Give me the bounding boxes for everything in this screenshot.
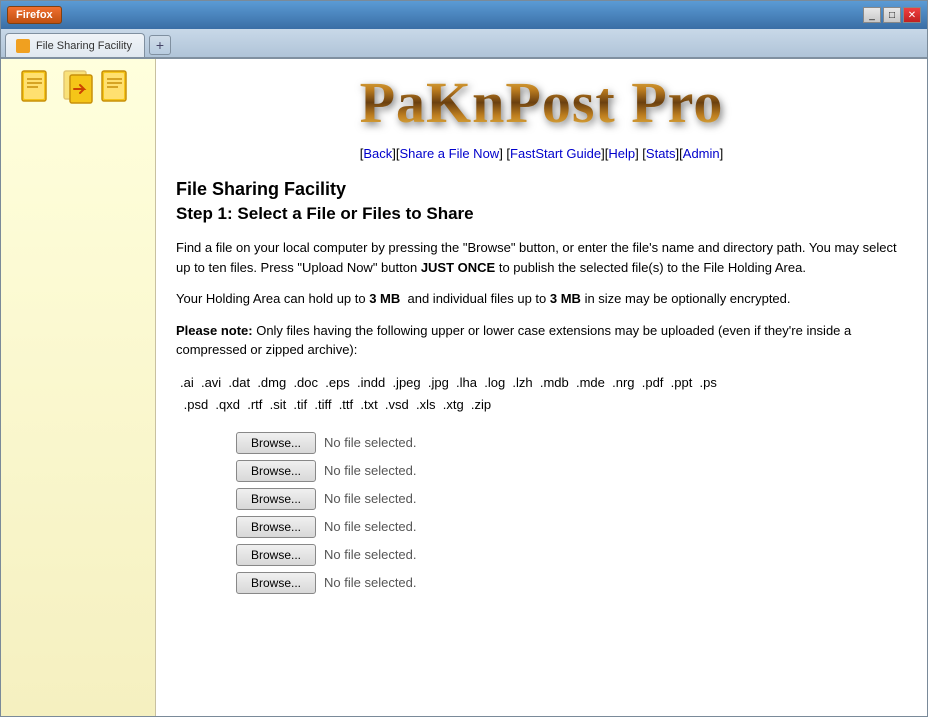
firefox-button[interactable]: Firefox [7, 6, 62, 24]
sidebar [1, 59, 156, 716]
tab-bar: File Sharing Facility + [1, 29, 927, 59]
just-once-emphasis: JUST ONCE [421, 260, 495, 275]
file-input-row-6: Browse... No file selected. [236, 572, 417, 594]
nav-links: [Back][Share a File Now] [FastStart Guid… [156, 142, 927, 171]
title-bar: Firefox _ □ ✕ [1, 1, 927, 29]
active-tab[interactable]: File Sharing Facility [5, 33, 145, 57]
paragraph-3: Please note: Only files having the follo… [176, 321, 907, 360]
tab-favicon [16, 39, 30, 53]
browse-button-2[interactable]: Browse... [236, 460, 316, 482]
new-tab-button[interactable]: + [149, 35, 171, 55]
upload-arrow-icon [60, 69, 96, 105]
minimize-button[interactable]: _ [863, 7, 881, 23]
tab-title: File Sharing Facility [36, 40, 132, 52]
paragraph-2: Your Holding Area can hold up to 3 MB an… [176, 289, 907, 309]
nav-share[interactable]: Share a File Now [399, 146, 499, 161]
logo-area: PaKnPost Pro [156, 59, 927, 142]
file-status-6: No file selected. [324, 575, 417, 590]
logo-text: PaKnPost Pro [176, 69, 907, 136]
nav-stats[interactable]: Stats [646, 146, 676, 161]
size-1: 3 MB [369, 291, 400, 306]
browse-button-6[interactable]: Browse... [236, 572, 316, 594]
file-right-icon [100, 69, 136, 105]
page-title: File Sharing Facility [176, 179, 907, 200]
nav-help[interactable]: Help [608, 146, 635, 161]
browse-button-5[interactable]: Browse... [236, 544, 316, 566]
main-body: File Sharing Facility Step 1: Select a F… [156, 171, 927, 614]
page-content: PaKnPost Pro [Back][Share a File Now] [F… [156, 59, 927, 716]
paragraph-1: Find a file on your local computer by pr… [176, 238, 907, 277]
browse-button-3[interactable]: Browse... [236, 488, 316, 510]
browser-content: PaKnPost Pro [Back][Share a File Now] [F… [1, 59, 927, 716]
file-left-icon [20, 69, 56, 105]
file-input-row-5: Browse... No file selected. [236, 544, 417, 566]
extensions-list: .ai .avi .dat .dmg .doc .eps .indd .jpeg… [176, 372, 907, 416]
please-note-label: Please note: [176, 323, 253, 338]
file-inputs-area: Browse... No file selected. Browse... No… [176, 432, 907, 594]
file-input-row-2: Browse... No file selected. [236, 460, 417, 482]
file-input-row-3: Browse... No file selected. [236, 488, 417, 510]
sidebar-icon-group [20, 69, 136, 105]
file-input-row-1: Browse... No file selected. [236, 432, 417, 454]
nav-admin[interactable]: Admin [683, 146, 720, 161]
step-title: Step 1: Select a File or Files to Share [176, 204, 907, 224]
file-status-4: No file selected. [324, 519, 417, 534]
file-input-row-4: Browse... No file selected. [236, 516, 417, 538]
file-status-2: No file selected. [324, 463, 417, 478]
size-2: 3 MB [550, 291, 581, 306]
browse-button-4[interactable]: Browse... [236, 516, 316, 538]
browser-window: Firefox _ □ ✕ File Sharing Facility + [0, 0, 928, 717]
file-status-5: No file selected. [324, 547, 417, 562]
file-status-3: No file selected. [324, 491, 417, 506]
nav-faststart[interactable]: FastStart Guide [510, 146, 601, 161]
maximize-button[interactable]: □ [883, 7, 901, 23]
browse-button-1[interactable]: Browse... [236, 432, 316, 454]
close-button[interactable]: ✕ [903, 7, 921, 23]
window-controls: _ □ ✕ [863, 7, 921, 23]
nav-back[interactable]: Back [363, 146, 392, 161]
file-status-1: No file selected. [324, 435, 417, 450]
